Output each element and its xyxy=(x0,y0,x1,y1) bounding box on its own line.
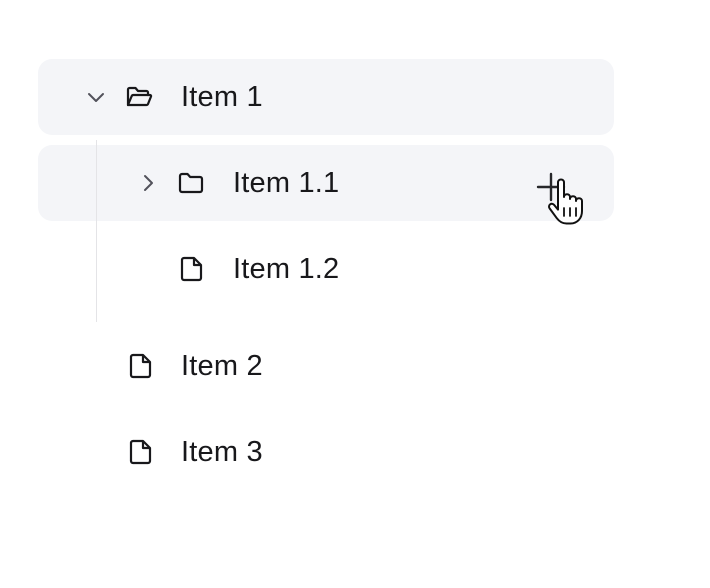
tree-item-1-1[interactable]: Item 1.1 xyxy=(38,145,614,221)
folder-open-icon xyxy=(126,86,153,107)
indent-guide-line xyxy=(96,140,97,322)
tree-item-label: Item 1.2 xyxy=(233,253,340,285)
file-icon xyxy=(129,439,152,465)
hand-pointer-cursor-icon xyxy=(548,178,583,225)
tree-item-2[interactable]: Item 2 xyxy=(38,328,614,404)
chevron-right-icon[interactable] xyxy=(136,171,160,195)
file-tree: Item 1 Item 1.1 Item 1.2 Item 2 Item 3 xyxy=(0,0,710,588)
tree-item-label: Item 3 xyxy=(181,436,263,468)
tree-item-label: Item 1.1 xyxy=(233,167,340,199)
folder-icon xyxy=(178,172,204,194)
tree-item-1-2[interactable]: Item 1.2 xyxy=(38,231,614,307)
tree-item-label: Item 2 xyxy=(181,350,263,382)
chevron-down-icon[interactable] xyxy=(84,85,108,109)
tree-item-label: Item 1 xyxy=(181,81,263,113)
tree-item-3[interactable]: Item 3 xyxy=(38,414,614,490)
file-icon xyxy=(180,256,203,282)
tree-item-1[interactable]: Item 1 xyxy=(38,59,614,135)
file-icon xyxy=(129,353,152,379)
